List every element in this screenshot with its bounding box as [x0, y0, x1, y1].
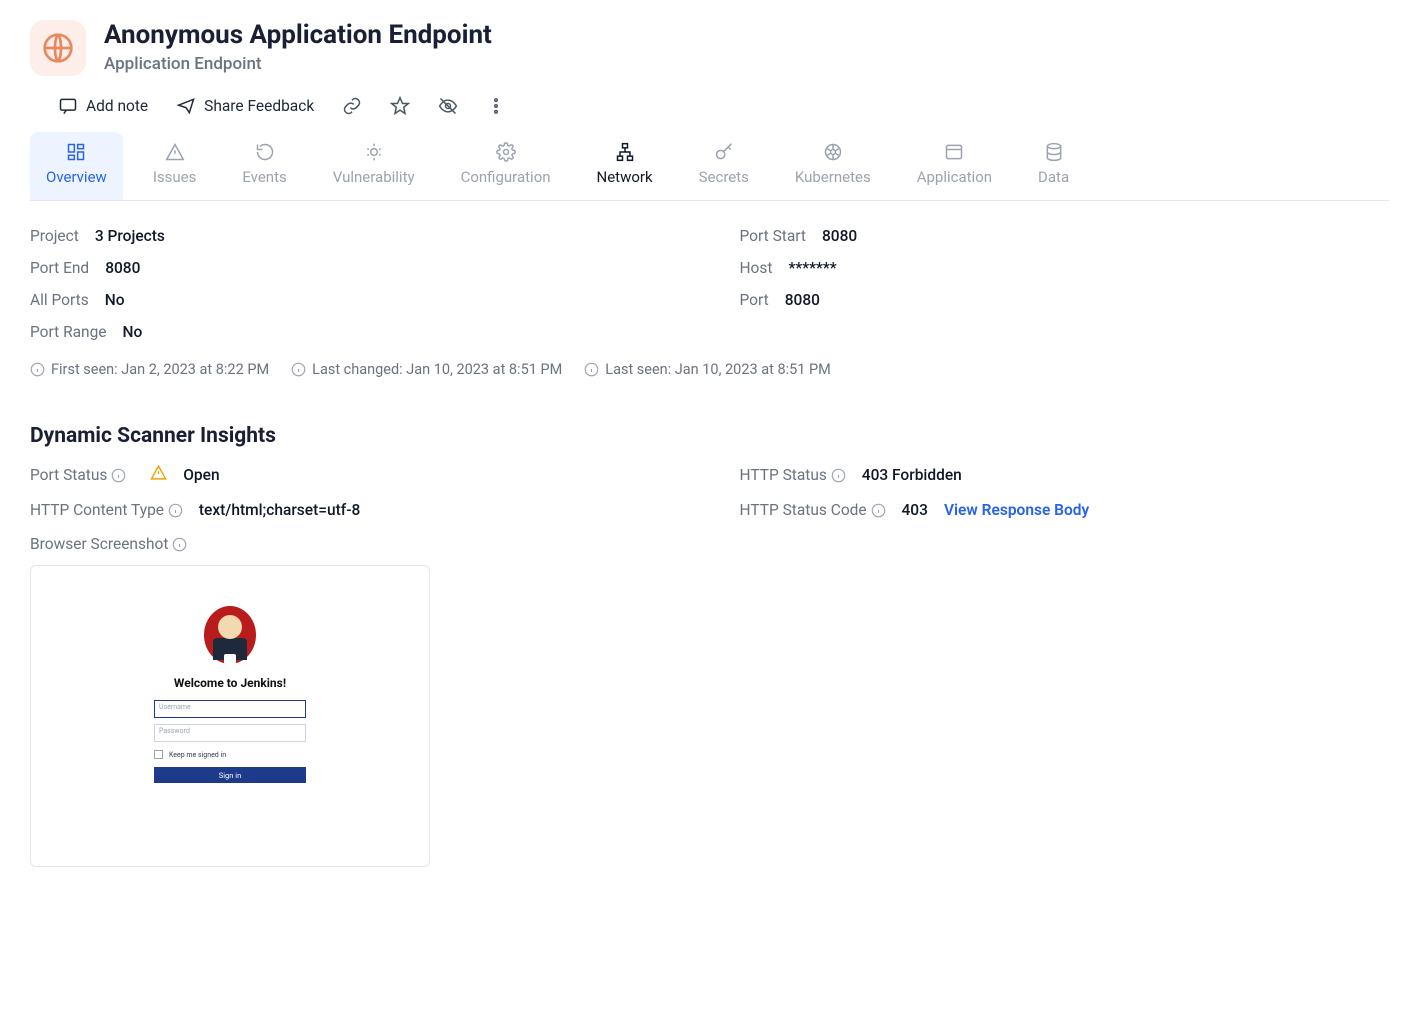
port-label: Port — [740, 291, 769, 309]
tab-data[interactable]: Data — [1022, 132, 1085, 200]
tab-network[interactable]: Network — [581, 132, 669, 200]
all-ports-value: No — [105, 291, 125, 309]
add-note-label: Add note — [86, 97, 148, 115]
content-type-value: text/html;charset=utf-8 — [199, 501, 360, 519]
info-icon — [291, 362, 306, 377]
info-icon[interactable] — [172, 537, 187, 552]
page-subtitle: Application Endpoint — [104, 54, 492, 74]
share-feedback-button[interactable]: Share Feedback — [176, 96, 314, 116]
screenshot-password-input: Password — [154, 724, 306, 742]
eye-off-icon[interactable] — [438, 96, 458, 116]
more-icon[interactable] — [486, 96, 506, 116]
status-code-value: 403 — [902, 501, 928, 519]
info-icon — [30, 362, 45, 377]
tab-data-label: Data — [1038, 168, 1069, 186]
port-status-value: Open — [183, 466, 219, 484]
tab-overview-label: Overview — [46, 168, 107, 186]
tab-events-label: Events — [242, 168, 286, 186]
tab-vulnerability-label: Vulnerability — [333, 168, 415, 186]
host-label: Host — [740, 259, 773, 277]
tab-secrets[interactable]: Secrets — [683, 132, 765, 200]
last-seen-text: Last seen: Jan 10, 2023 at 8:51 PM — [605, 361, 831, 378]
screenshot-title: Welcome to Jenkins! — [174, 676, 286, 690]
browser-screenshot: Welcome to Jenkins! Username Password Ke… — [30, 565, 430, 867]
tab-secrets-label: Secrets — [699, 168, 749, 186]
tab-configuration-label: Configuration — [461, 168, 551, 186]
last-changed: Last changed: Jan 10, 2023 at 8:51 PM — [291, 361, 562, 378]
screenshot-username-input: Username — [154, 700, 306, 718]
tab-application[interactable]: Application — [901, 132, 1008, 200]
tab-overview[interactable]: Overview — [30, 132, 123, 200]
add-note-button[interactable]: Add note — [58, 96, 148, 116]
info-icon — [584, 362, 599, 377]
info-icon[interactable] — [871, 503, 886, 518]
link-icon[interactable] — [342, 96, 362, 116]
host-value: ******* — [788, 259, 836, 277]
tab-vulnerability[interactable]: Vulnerability — [317, 132, 431, 200]
port-end-label: Port End — [30, 259, 89, 277]
project-value: 3 Projects — [95, 227, 165, 245]
port-start-value: 8080 — [822, 227, 857, 245]
port-value: 8080 — [785, 291, 820, 309]
port-range-label: Port Range — [30, 323, 107, 341]
port-range-value: No — [123, 323, 143, 341]
scanner-heading: Dynamic Scanner Insights — [30, 424, 1389, 448]
status-code-label: HTTP Status Code — [740, 501, 886, 519]
port-status-label: Port Status — [30, 466, 126, 484]
project-label: Project — [30, 227, 79, 245]
info-icon[interactable] — [168, 503, 183, 518]
tab-events[interactable]: Events — [226, 132, 302, 200]
view-response-body-link[interactable]: View Response Body — [944, 501, 1089, 519]
page-title: Anonymous Application Endpoint — [104, 20, 492, 50]
all-ports-label: All Ports — [30, 291, 89, 309]
http-status-label: HTTP Status — [740, 466, 846, 484]
tab-configuration[interactable]: Configuration — [445, 132, 567, 200]
content-type-label: HTTP Content Type — [30, 501, 183, 519]
tab-issues-label: Issues — [153, 168, 197, 186]
last-seen: Last seen: Jan 10, 2023 at 8:51 PM — [584, 361, 831, 378]
port-start-label: Port Start — [740, 227, 806, 245]
jenkins-logo-icon — [204, 606, 256, 664]
screenshot-label: Browser Screenshot — [30, 535, 187, 553]
screenshot-keep-signed-in: Keep me signed in — [154, 750, 306, 759]
port-end-value: 8080 — [105, 259, 140, 277]
tab-application-label: Application — [917, 168, 992, 186]
first-seen: First seen: Jan 2, 2023 at 8:22 PM — [30, 361, 269, 378]
globe-icon — [30, 20, 86, 76]
screenshot-signin-button: Sign in — [154, 767, 306, 783]
info-icon[interactable] — [831, 468, 846, 483]
warning-icon — [150, 464, 167, 485]
last-changed-text: Last changed: Jan 10, 2023 at 8:51 PM — [312, 361, 562, 378]
info-icon[interactable] — [111, 468, 126, 483]
star-icon[interactable] — [390, 96, 410, 116]
tab-network-label: Network — [597, 168, 653, 186]
tab-kubernetes[interactable]: Kubernetes — [779, 132, 887, 200]
share-feedback-label: Share Feedback — [204, 97, 314, 115]
tab-kubernetes-label: Kubernetes — [795, 168, 871, 186]
tab-issues[interactable]: Issues — [137, 132, 213, 200]
http-status-value: 403 Forbidden — [862, 466, 962, 484]
first-seen-text: First seen: Jan 2, 2023 at 8:22 PM — [51, 361, 269, 378]
